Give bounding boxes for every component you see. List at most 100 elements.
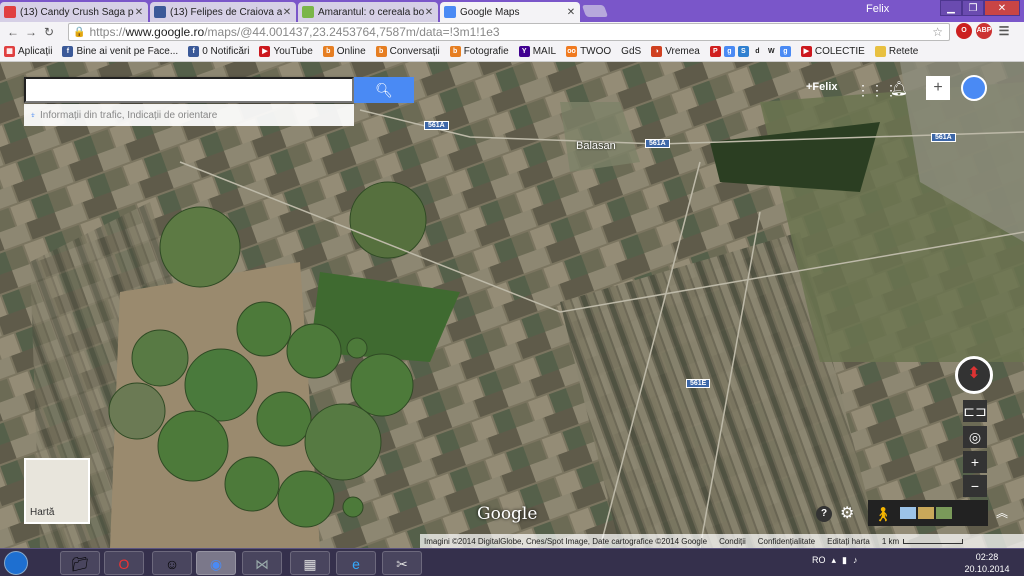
- privacy-link[interactable]: Confidențialitate: [758, 537, 815, 546]
- calculator-icon[interactable]: ▦: [290, 551, 330, 575]
- maximize-button[interactable]: ❐: [962, 0, 984, 16]
- new-tab-button[interactable]: [581, 5, 609, 17]
- terms-link[interactable]: Condiții: [719, 537, 746, 546]
- tab-felipes[interactable]: (13) Felipes de Craiova a d ✕: [150, 2, 296, 22]
- bookmark-weather[interactable]: ◑ Vremea: [651, 46, 700, 57]
- road-shield: 561A: [424, 121, 449, 130]
- pegman-icon[interactable]: 🚶︎: [874, 506, 892, 523]
- bookmark-photos[interactable]: b Fotografie: [449, 46, 509, 57]
- bookmark-folder-recipes[interactable]: Retete: [874, 46, 918, 57]
- volume-icon[interactable]: ♪: [853, 555, 858, 566]
- help-icon[interactable]: ?: [816, 506, 832, 522]
- my-location-icon[interactable]: ◎: [963, 426, 987, 448]
- clock-date: 20.10.2014: [964, 564, 1010, 574]
- start-button[interactable]: [4, 551, 28, 575]
- adblock-plus-icon[interactable]: ABP: [976, 23, 992, 39]
- edit-map-link[interactable]: Editați harta: [827, 537, 870, 546]
- bookmark-label: Fotografie: [463, 46, 509, 57]
- file-explorer-icon[interactable]: 📁︎: [60, 551, 100, 575]
- scale-indicator[interactable]: 1 km: [882, 537, 964, 546]
- opera-icon[interactable]: O: [104, 551, 144, 575]
- close-tab-icon[interactable]: ✕: [282, 7, 292, 18]
- google-maps-favicon-icon: [444, 6, 456, 18]
- blogger-icon: b: [322, 46, 334, 57]
- satellite-map[interactable]: Balasan 561A 561A 561A 561E 🔍︎ ⍖ Informa…: [0, 62, 1024, 548]
- bookmark-facebook-welcome[interactable]: f Bine ai venit pe Face...: [62, 46, 178, 57]
- bookmark-youtube[interactable]: ▶ YouTube: [259, 46, 313, 57]
- search-input[interactable]: [24, 77, 354, 103]
- candy-crush-favicon-icon: [4, 6, 16, 18]
- bookmark-twoo[interactable]: oo TWOO: [566, 46, 611, 57]
- address-bar[interactable]: 🔒 https://www.google.ro/maps/@44.001437,…: [68, 23, 950, 41]
- place-label-balasan[interactable]: Balasan: [576, 140, 616, 152]
- bookmark-yahoo-mail[interactable]: Y MAIL: [518, 46, 556, 57]
- leaf-favicon-icon: [302, 6, 314, 18]
- compass-icon[interactable]: ⬍: [955, 356, 993, 394]
- window-controls: ▁ ❐ ✕: [940, 0, 1020, 16]
- profile-name[interactable]: Felix: [866, 3, 889, 15]
- road-shield: 561E: [686, 379, 711, 388]
- d-icon[interactable]: d: [751, 46, 763, 57]
- back-arrow-icon[interactable]: ←: [4, 25, 22, 39]
- bookmark-misc-icons: P g S d W g: [709, 46, 791, 57]
- bookmark-apps[interactable]: ▦ Aplicații: [4, 46, 52, 57]
- close-window-button[interactable]: ✕: [984, 0, 1020, 16]
- tab-amarantul[interactable]: Amarantul: o cereala boga ✕: [298, 2, 438, 22]
- bookmark-online[interactable]: b Online: [322, 46, 366, 57]
- tab-google-maps[interactable]: Google Maps ✕: [440, 2, 580, 22]
- skype-icon[interactable]: S: [737, 46, 749, 57]
- tray-expand-icon[interactable]: ▴: [832, 555, 837, 566]
- map-view-label: Hartă: [30, 507, 55, 518]
- imagery-thumbnail[interactable]: [900, 507, 916, 519]
- menu-icon[interactable]: ☰: [996, 23, 1012, 39]
- bookmark-conversations[interactable]: b Conversații: [375, 46, 440, 57]
- tab-strip: (13) Candy Crush Saga pe ✕ (13) Felipes …: [0, 0, 1024, 22]
- clock[interactable]: 02:28 20.10.2014: [964, 551, 1010, 575]
- close-tab-icon[interactable]: ✕: [134, 7, 144, 18]
- minimize-button[interactable]: ▁: [940, 0, 962, 16]
- opera-extension-icon[interactable]: O: [956, 23, 972, 39]
- reload-icon[interactable]: ↻: [40, 25, 58, 39]
- map-footer: Imagini ©2014 DigitalGlobe, Cnes/Spot Im…: [420, 534, 1024, 548]
- network-icon[interactable]: ▮: [842, 555, 847, 566]
- close-tab-icon[interactable]: ✕: [424, 7, 434, 18]
- snipping-tool-icon[interactable]: ✂: [382, 551, 422, 575]
- search-button[interactable]: 🔍︎: [354, 77, 414, 103]
- tilt-view-button[interactable]: ⊏⊐: [963, 400, 987, 422]
- bookmark-label: Bine ai venit pe Face...: [76, 46, 179, 57]
- bookmarks-bar: ▦ Aplicații f Bine ai venit pe Face... f0 …: [0, 42, 1024, 62]
- google-icon[interactable]: g: [723, 46, 735, 57]
- google-plus-user-link[interactable]: +Felix: [806, 81, 838, 93]
- tab-candy-crush[interactable]: (13) Candy Crush Saga pe ✕: [0, 2, 148, 22]
- close-tab-icon[interactable]: ✕: [566, 7, 576, 18]
- imagery-thumbnail[interactable]: [918, 507, 934, 519]
- share-plus-button[interactable]: +: [926, 76, 950, 100]
- avatar[interactable]: [961, 75, 987, 101]
- imagery-thumbnail[interactable]: [936, 507, 952, 519]
- bookmark-gds[interactable]: GdS: [621, 46, 641, 57]
- messenger-icon[interactable]: ☺: [152, 551, 192, 575]
- wikipedia-icon[interactable]: W: [765, 46, 777, 57]
- apps-grid-icon: ▦: [4, 46, 15, 57]
- bookmark-star-icon[interactable]: ☆: [932, 25, 943, 39]
- internet-explorer-icon[interactable]: e: [336, 551, 376, 575]
- settings-gear-icon[interactable]: ⚙: [840, 503, 854, 523]
- directions-traffic-field[interactable]: ⍖ Informații din trafic, Indicații de or…: [24, 104, 354, 126]
- notifications-bell-icon[interactable]: 🔔︎: [890, 80, 908, 97]
- map-view-toggle[interactable]: Hartă: [24, 458, 90, 524]
- facebook-favicon-icon: [154, 6, 166, 18]
- bookmark-notifications[interactable]: f0 Notificări: [188, 46, 249, 57]
- chrome-icon[interactable]: ◉: [196, 551, 236, 575]
- language-indicator[interactable]: RO: [812, 555, 826, 566]
- zoom-in-button[interactable]: +: [963, 451, 987, 473]
- bookmark-label: Online: [336, 46, 366, 57]
- zoom-out-button[interactable]: −: [963, 475, 987, 497]
- expand-chevron-icon[interactable]: ︽: [996, 504, 1008, 521]
- visual-studio-icon[interactable]: ⋈: [242, 551, 282, 575]
- pinterest-icon[interactable]: P: [709, 46, 721, 57]
- bookmark-collection[interactable]: ▶ COLECTIE: [800, 46, 865, 57]
- url-path: /maps/@44.001437,23.2453764,7587m/data=!…: [204, 25, 500, 39]
- google-icon[interactable]: g: [779, 46, 791, 57]
- url-text[interactable]: https://www.google.ro/maps/@44.001437,23…: [89, 25, 499, 39]
- forward-arrow-icon[interactable]: →: [22, 25, 40, 39]
